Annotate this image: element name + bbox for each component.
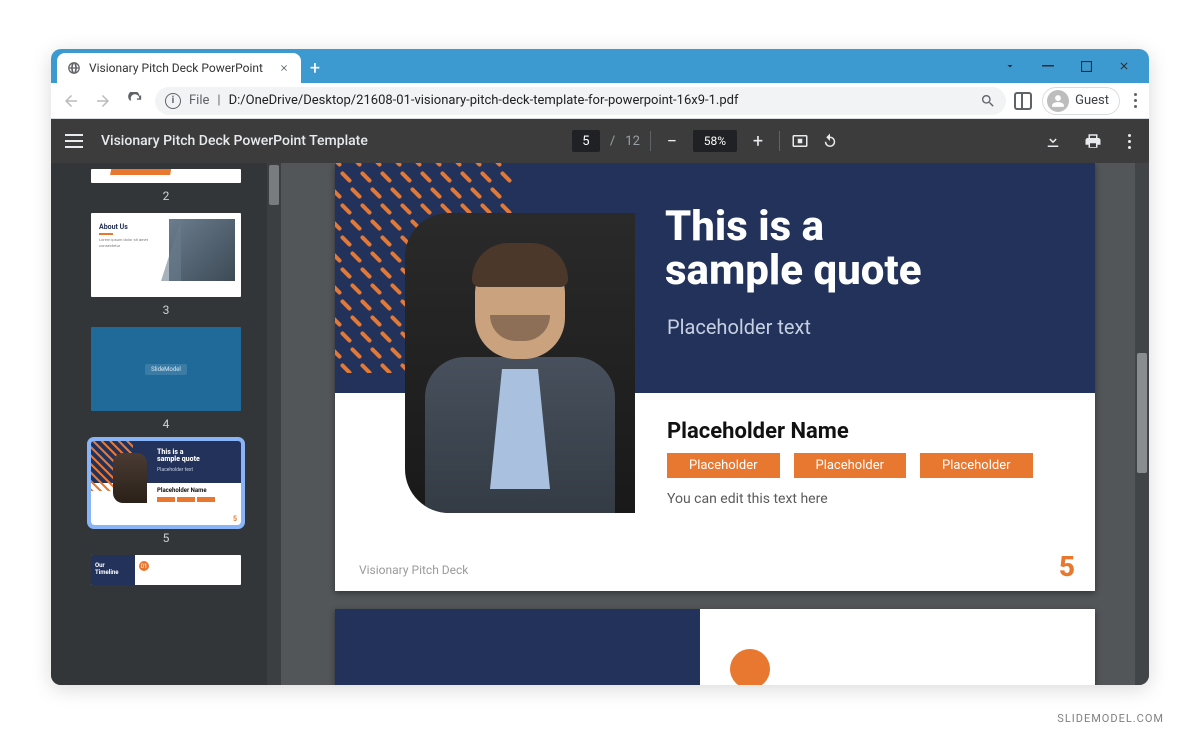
- thumbnail-page-3[interactable]: About UsLorem ipsum dolor sit amet conse…: [91, 213, 241, 297]
- page-number-input[interactable]: [572, 130, 600, 152]
- rotate-button[interactable]: [820, 131, 840, 151]
- search-icon[interactable]: [980, 93, 996, 109]
- globe-icon: [67, 61, 81, 75]
- site-info-icon[interactable]: i: [165, 93, 181, 109]
- thumbnail-scrollbar-handle[interactable]: [269, 165, 279, 205]
- maximize-button[interactable]: [1079, 59, 1093, 73]
- deck-label: Visionary Pitch Deck: [359, 563, 468, 577]
- quote-text: This is a sample quote: [665, 205, 922, 293]
- address-bar: i File | D:/OneDrive/Desktop/21608-01-vi…: [51, 83, 1149, 119]
- browser-tab[interactable]: Visionary Pitch Deck PowerPoint: [57, 53, 301, 83]
- pdf-document-title: Visionary Pitch Deck PowerPoint Template: [101, 133, 368, 149]
- omnibox[interactable]: i File | D:/OneDrive/Desktop/21608-01-vi…: [155, 87, 1006, 115]
- zoom-out-button[interactable]: −: [661, 130, 683, 152]
- zoom-level-input[interactable]: [693, 130, 737, 152]
- thumbnail-panel: 2 About UsLorem ipsum dolor sit amet con…: [51, 163, 281, 685]
- download-button[interactable]: [1044, 132, 1062, 150]
- thumbnail-page-2[interactable]: [91, 169, 241, 183]
- person-photo: [405, 213, 635, 513]
- quote-subtitle: Placeholder text: [667, 315, 811, 339]
- pdf-menu-button[interactable]: [1124, 134, 1135, 149]
- thumbnail-number-3: 3: [163, 303, 170, 317]
- close-window-button[interactable]: [1117, 59, 1131, 73]
- thumbnail-page-5[interactable]: This is a sample quote Placeholder text …: [91, 441, 241, 525]
- hamburger-menu-button[interactable]: [65, 134, 83, 148]
- thumbnail-page-4[interactable]: SlideModel: [91, 327, 241, 411]
- zoom-in-button[interactable]: +: [747, 130, 769, 152]
- edit-hint: You can edit this text here: [667, 491, 828, 507]
- profile-label: Guest: [1075, 93, 1109, 108]
- page-scrollbar-handle[interactable]: [1137, 353, 1147, 473]
- minimize-button[interactable]: [1041, 59, 1055, 73]
- print-button[interactable]: [1084, 132, 1102, 150]
- tag-2: Placeholder: [794, 453, 907, 478]
- side-panel-button[interactable]: [1014, 92, 1032, 110]
- page-scrollbar[interactable]: [1135, 163, 1149, 685]
- avatar-icon: [1047, 90, 1069, 112]
- back-button[interactable]: [59, 89, 83, 113]
- tag-1: Placeholder: [667, 453, 780, 478]
- browser-window: Visionary Pitch Deck PowerPoint + i File…: [51, 49, 1149, 685]
- window-controls: [985, 49, 1149, 83]
- file-scheme-label: File: [189, 93, 209, 108]
- window-titlebar: Visionary Pitch Deck PowerPoint +: [51, 49, 1149, 83]
- page-separator: /: [610, 134, 615, 149]
- new-tab-button[interactable]: +: [301, 53, 329, 83]
- tab-title: Visionary Pitch Deck PowerPoint: [89, 61, 263, 75]
- thumbnail-number-5: 5: [163, 531, 170, 545]
- url-path: D:/OneDrive/Desktop/21608-01-visionary-p…: [229, 93, 739, 108]
- pdf-page-5: This is a sample quote Placeholder text …: [335, 163, 1095, 591]
- tab-close-button[interactable]: [277, 61, 291, 75]
- thumbnail-number-2: 2: [163, 189, 170, 203]
- thumbnail-page-6[interactable]: Our Timeline 01: [91, 555, 241, 585]
- page-area[interactable]: This is a sample quote Placeholder text …: [281, 163, 1149, 685]
- pdf-viewer: 2 About UsLorem ipsum dolor sit amet con…: [51, 163, 1149, 685]
- forward-button[interactable]: [91, 89, 115, 113]
- tag-row: Placeholder Placeholder Placeholder: [667, 453, 1033, 478]
- tag-3: Placeholder: [920, 453, 1033, 478]
- slide-page-number: 5: [1059, 550, 1075, 583]
- chevron-down-icon[interactable]: [1003, 59, 1017, 73]
- person-name: Placeholder Name: [667, 419, 849, 444]
- pdf-page-6: [335, 609, 1095, 685]
- browser-menu-button[interactable]: [1130, 93, 1141, 108]
- fit-page-button[interactable]: [790, 131, 810, 151]
- thumbnail-number-4: 4: [163, 417, 170, 431]
- reload-button[interactable]: [123, 89, 147, 113]
- watermark: SLIDEMODEL.COM: [1057, 712, 1164, 725]
- thumbnail-scrollbar[interactable]: [267, 163, 281, 685]
- page-total: 12: [625, 134, 640, 149]
- pdf-toolbar: Visionary Pitch Deck PowerPoint Template…: [51, 119, 1149, 163]
- profile-button[interactable]: Guest: [1042, 87, 1120, 115]
